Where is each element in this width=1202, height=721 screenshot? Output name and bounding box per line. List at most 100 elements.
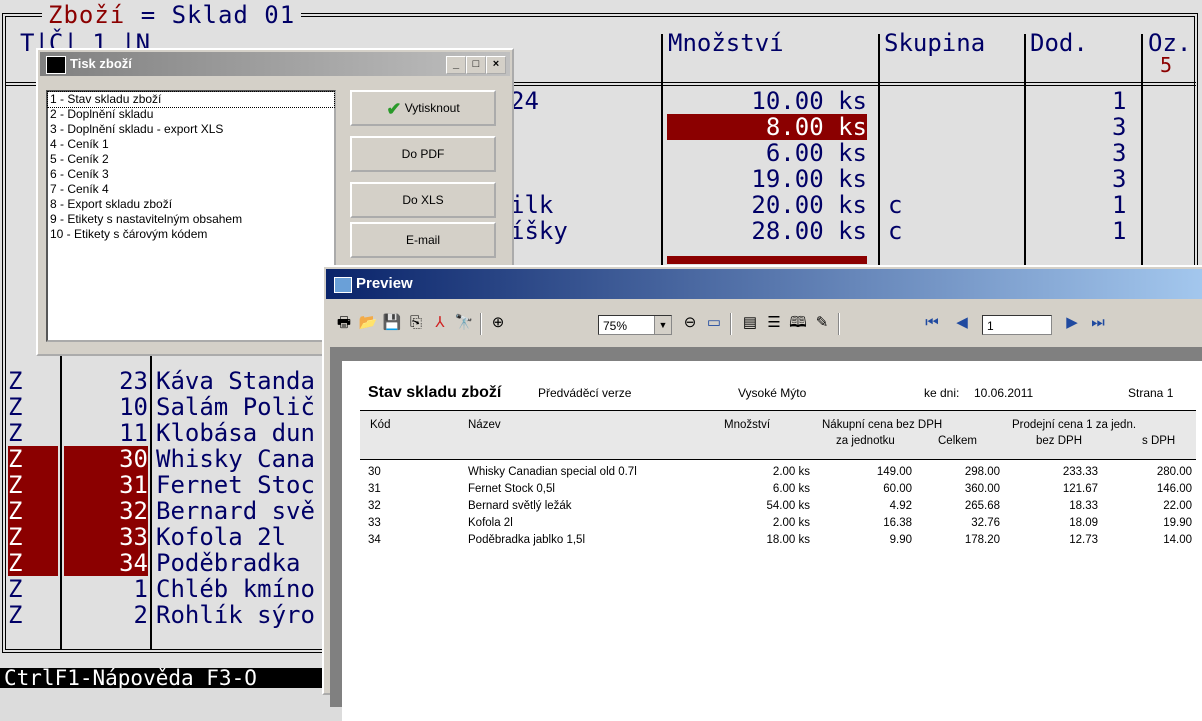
report-version: Předváděcí verze bbox=[538, 386, 632, 400]
page-number-input[interactable]: 1 bbox=[982, 315, 1052, 335]
row-type: Z bbox=[8, 419, 23, 447]
preview-title: Preview bbox=[356, 275, 413, 292]
report-title: Stav skladu zboží bbox=[368, 384, 502, 401]
report-cell-nazev: Bernard světlý ležák bbox=[468, 500, 572, 512]
page-setup-icon[interactable]: ▤ bbox=[740, 313, 760, 333]
thumbnails-icon[interactable]: 🕮 bbox=[788, 313, 808, 333]
report-list-item[interactable]: 6 - Ceník 3 bbox=[48, 167, 334, 182]
row-code: 23 bbox=[119, 367, 148, 395]
zoom-out-icon[interactable]: ⊖ bbox=[680, 313, 700, 333]
find-icon[interactable]: 🔭 bbox=[454, 313, 474, 333]
report-cell-bez-dph: 233.33 bbox=[1062, 466, 1098, 478]
zoom-value: 75% bbox=[603, 319, 628, 333]
tisk-titlebar[interactable]: Tisk zboží _ □ × bbox=[40, 52, 510, 76]
email-button[interactable]: E-mail bbox=[350, 222, 496, 258]
report-header: Kód Název Množství Nákupní cena bez DPH … bbox=[360, 410, 1196, 460]
header-dod: Dod. bbox=[1030, 29, 1088, 57]
report-cell-za-jednotku: 149.00 bbox=[876, 466, 912, 478]
terminal-title: Zboží = Sklad 01 bbox=[42, 3, 302, 27]
outline-icon[interactable]: ☰ bbox=[764, 313, 784, 333]
row-name: Whisky Cana bbox=[156, 445, 315, 473]
row-name: Salám Polič bbox=[156, 393, 315, 421]
xls-button[interactable]: Do XLS bbox=[350, 182, 496, 218]
row-code: 32 bbox=[64, 498, 148, 524]
next-page-icon[interactable]: ▶ bbox=[1062, 313, 1082, 333]
row-name-tail: íšky bbox=[510, 217, 568, 245]
chevron-down-icon[interactable]: ▼ bbox=[654, 316, 671, 334]
prev-page-icon[interactable]: ◀ bbox=[952, 313, 972, 333]
report-page: Stav skladu zboží Předváděcí verze Vysok… bbox=[342, 361, 1202, 721]
report-cell-mnozstvi: 18.00 ks bbox=[766, 534, 810, 546]
export-icon[interactable]: ⎘ bbox=[406, 313, 426, 333]
report-cell-bez-dph: 18.09 bbox=[1069, 517, 1098, 529]
report-cell-mnozstvi: 2.00 ks bbox=[772, 466, 810, 478]
report-list-item[interactable]: 7 - Ceník 4 bbox=[48, 182, 334, 197]
open-icon[interactable]: 📂 bbox=[358, 313, 378, 333]
row-name: Poděbradka bbox=[156, 549, 301, 577]
row-quantity: 8.00 ks bbox=[667, 114, 867, 140]
pdf-button[interactable]: Do PDF bbox=[350, 136, 496, 172]
report-list[interactable]: 1 - Stav skladu zboží 2 - Doplnění skladu… bbox=[46, 90, 336, 342]
row-name: Bernard svě bbox=[156, 497, 315, 525]
row-code: 1 bbox=[133, 575, 148, 603]
report-cell-za-jednotku: 4.92 bbox=[889, 500, 912, 512]
pdf-icon[interactable]: ⅄ bbox=[430, 313, 450, 333]
row-name: Klobása dun bbox=[156, 419, 315, 447]
report-list-item[interactable]: 4 - Ceník 1 bbox=[48, 137, 334, 152]
report-list-item[interactable]: 3 - Doplnění skladu - export XLS bbox=[48, 122, 334, 137]
email-label: E-mail bbox=[405, 233, 440, 247]
checkmark-icon: ✔ bbox=[386, 98, 402, 119]
row-skupina: c bbox=[888, 191, 903, 219]
save-icon[interactable]: 💾 bbox=[382, 313, 402, 333]
row-type: Z bbox=[8, 524, 58, 550]
oz-number: 5 bbox=[1160, 53, 1173, 77]
report-cell-mnozstvi: 6.00 ks bbox=[772, 483, 810, 495]
report-list-item[interactable]: 5 - Ceník 2 bbox=[48, 152, 334, 167]
report-list-item[interactable]: 10 - Etikety s čárovým kódem bbox=[48, 227, 334, 242]
row-quantity: 6.00 ks bbox=[765, 139, 867, 167]
row-code: 33 bbox=[64, 524, 148, 550]
row-code: 30 bbox=[64, 446, 148, 472]
col-s-dph: s DPH bbox=[1142, 435, 1176, 447]
row-type: Z bbox=[8, 575, 23, 603]
report-cell-za-jednotku: 16.38 bbox=[883, 517, 912, 529]
report-cell-celkem: 298.00 bbox=[964, 466, 1000, 478]
maximize-icon[interactable]: □ bbox=[466, 56, 486, 74]
preview-titlebar[interactable]: Preview bbox=[326, 269, 1202, 299]
row-name: Káva Standa bbox=[156, 367, 315, 395]
close-icon[interactable]: × bbox=[486, 56, 506, 74]
report-page-label: Strana 1 bbox=[1128, 386, 1174, 400]
page-number: 1 bbox=[987, 319, 994, 333]
row-quantity: 19.00 ks bbox=[751, 165, 867, 193]
row-quantity: 20.00 ks bbox=[751, 191, 867, 219]
zoom-in-icon[interactable]: ⊕ bbox=[488, 313, 508, 333]
print-icon[interactable]: 🖶 bbox=[334, 313, 354, 333]
report-list-item[interactable]: 1 - Stav skladu zboží bbox=[47, 91, 335, 108]
row-quantity: 28.00 ks bbox=[751, 217, 867, 245]
last-page-icon[interactable]: ⏭ bbox=[1088, 313, 1108, 333]
report-list-item[interactable]: 8 - Export skladu zboží bbox=[48, 197, 334, 212]
col-nakup: Nákupní cena bez DPH bbox=[822, 419, 943, 431]
row-type: Z bbox=[8, 393, 23, 421]
report-cell-nazev: Kofola 2l bbox=[468, 517, 513, 529]
full-screen-icon[interactable]: ▭ bbox=[704, 313, 724, 333]
edit-icon[interactable]: ✎ bbox=[812, 313, 832, 333]
row-dod: 3 bbox=[1112, 139, 1127, 167]
zoom-select[interactable]: 75% ▼ bbox=[598, 315, 672, 335]
report-cell-za-jednotku: 60.00 bbox=[883, 483, 912, 495]
first-page-icon[interactable]: ⏮ bbox=[922, 313, 942, 333]
print-button[interactable]: ✔ Vytisknout bbox=[350, 90, 496, 126]
report-cell-celkem: 265.68 bbox=[964, 500, 1000, 512]
report-list-item[interactable]: 9 - Etikety s nastavitelným obsahem bbox=[48, 212, 334, 227]
report-list-item[interactable]: 2 - Doplnění skladu bbox=[48, 107, 334, 122]
report-cell-bez-dph: 18.33 bbox=[1069, 500, 1098, 512]
minimize-icon[interactable]: _ bbox=[446, 56, 466, 74]
toolbar-separator bbox=[838, 313, 840, 335]
preview-pane: Stav skladu zboží Předváděcí verze Vysok… bbox=[330, 347, 1202, 721]
preview-window: Preview 🖶 📂 💾 ⎘ ⅄ 🔭 ⊕ 75% ▼ ⊖ ▭ ▤ ☰ 🕮 ✎ ⏮… bbox=[322, 265, 1202, 721]
report-cell-kod: 32 bbox=[368, 500, 381, 512]
report-cell-s-dph: 22.00 bbox=[1163, 500, 1192, 512]
report-cell-celkem: 178.20 bbox=[964, 534, 1000, 546]
column-line bbox=[60, 350, 62, 650]
report-cell-nazev: Poděbradka jablko 1,5l bbox=[468, 534, 585, 546]
